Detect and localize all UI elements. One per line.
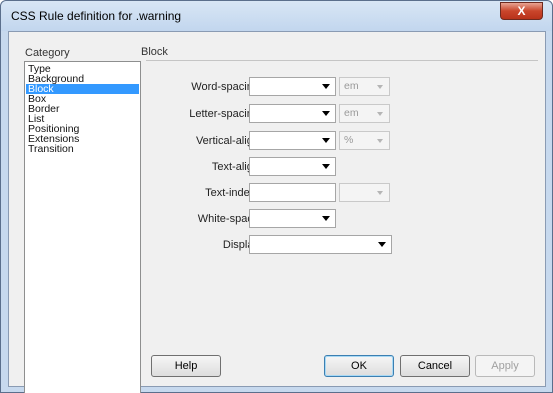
- category-list[interactable]: Type Background Block Box Border List Po…: [24, 61, 141, 393]
- vertical-align-label: Vertical-align:: [195, 135, 262, 147]
- chevron-down-icon[interactable]: [322, 216, 330, 221]
- chevron-down-icon: [377, 112, 383, 116]
- chevron-down-icon: [377, 191, 383, 195]
- panel-heading: Block: [141, 46, 168, 58]
- text-indent-unit-select[interactable]: [339, 183, 390, 202]
- word-spacing-unit-select[interactable]: em: [339, 77, 390, 96]
- dialog-client-area: Category Type Background Block Box Borde…: [8, 31, 546, 393]
- vertical-align-unit-select[interactable]: %: [339, 131, 390, 150]
- text-align-label: Text-align:: [211, 161, 262, 173]
- text-indent-label: Text-indent:: [205, 187, 262, 199]
- letter-spacing-combo[interactable]: [249, 104, 336, 123]
- category-item-transition[interactable]: Transition: [26, 144, 139, 155]
- white-space-select[interactable]: [249, 209, 336, 228]
- vertical-align-combo[interactable]: [249, 131, 336, 150]
- chevron-down-icon[interactable]: [322, 164, 330, 169]
- letter-spacing-unit-select[interactable]: em: [339, 104, 390, 123]
- word-spacing-unit: em: [344, 80, 359, 92]
- panel-divider: [146, 60, 538, 61]
- ok-button[interactable]: OK: [324, 355, 394, 377]
- window-title: CSS Rule definition for .warning: [11, 9, 182, 23]
- display-label: Display:: [222, 239, 262, 251]
- chevron-down-icon: [377, 85, 383, 89]
- display-select[interactable]: [249, 235, 392, 254]
- dialog-window: CSS Rule definition for .warning X Categ…: [0, 0, 553, 393]
- word-spacing-combo[interactable]: [249, 77, 336, 96]
- chevron-down-icon[interactable]: [322, 138, 330, 143]
- white-space-label: White-space:: [197, 213, 262, 225]
- letter-spacing-label: Letter-spacing:: [189, 108, 262, 120]
- category-heading: Category: [25, 47, 70, 59]
- apply-button[interactable]: Apply: [475, 355, 535, 377]
- text-align-select[interactable]: [249, 157, 336, 176]
- close-button[interactable]: X: [500, 2, 543, 20]
- vertical-align-unit: %: [344, 134, 354, 146]
- letter-spacing-unit: em: [344, 107, 359, 119]
- help-button[interactable]: Help: [151, 355, 221, 377]
- chevron-down-icon: [377, 139, 383, 143]
- chevron-down-icon[interactable]: [322, 84, 330, 89]
- word-spacing-label: Word-spacing:: [191, 81, 262, 93]
- cancel-button[interactable]: Cancel: [400, 355, 470, 377]
- text-indent-input[interactable]: [249, 183, 336, 202]
- title-bar[interactable]: CSS Rule definition for .warning X: [1, 1, 552, 31]
- chevron-down-icon[interactable]: [378, 242, 386, 247]
- chevron-down-icon[interactable]: [322, 111, 330, 116]
